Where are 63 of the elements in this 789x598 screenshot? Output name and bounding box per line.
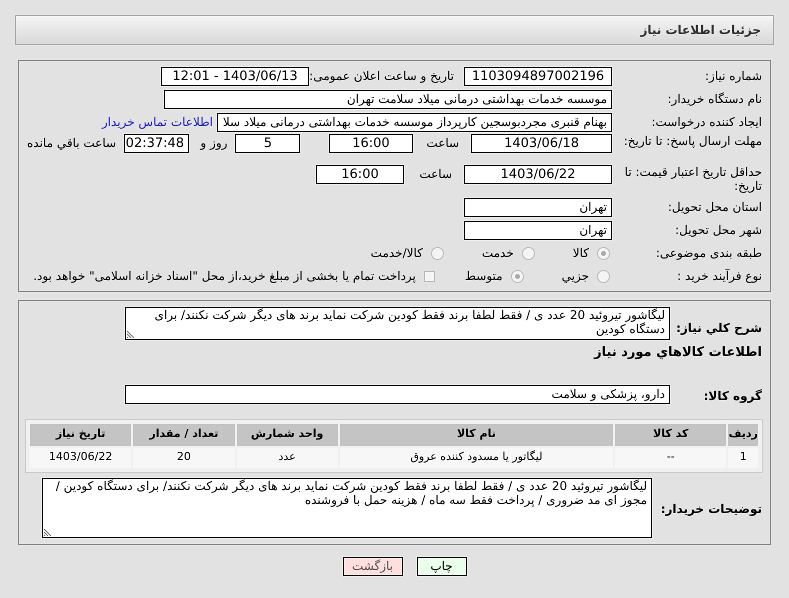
remaining-time-field: 02:37:48 [124, 134, 190, 153]
column-header: تعداد / مقدار [133, 424, 234, 446]
radio-label: خدمت [482, 245, 514, 262]
field-label: استان محل تحویل: [666, 200, 762, 214]
radio-button[interactable] [522, 246, 535, 260]
remaining-label: ساعت باقي مانده [26, 135, 118, 152]
reply-time-field: 16:00 [328, 134, 413, 153]
field-label: گروه کالا: [704, 388, 762, 402]
field-label: حداقل تاریخ اعتبار قیمت: تا تاریخ: [624, 165, 762, 193]
table-cell: 20 [133, 448, 234, 468]
radio-button[interactable] [430, 246, 444, 260]
time-label: ساعت [425, 135, 460, 152]
field-label: شرح کلي نياز: [676, 321, 762, 335]
table-cell: عدد [236, 448, 338, 468]
validity-date-field: 1403/06/22 [464, 165, 612, 184]
buyer-contact-link[interactable]: اطلاعات تماس خریدار [102, 113, 213, 131]
radio-label: کالا/خدمت [370, 245, 423, 262]
field-label: مهلت ارسال پاسخ: تا تاریخ: [622, 134, 762, 148]
time-label: ساعت [418, 166, 453, 183]
treasury-checkbox[interactable] [424, 270, 435, 282]
section-heading: اطلاعات کالاهاي مورد نياز [592, 344, 762, 362]
field-label: نام دستگاه خریدار: [666, 92, 762, 106]
radio-button[interactable] [597, 270, 610, 282]
table-cell: 1403/06/22 [30, 448, 132, 468]
city-field: تهران [464, 220, 612, 240]
print-button[interactable]: چاپ [416, 556, 466, 576]
table-cell: لیگاتور یا مسدود کننده عروق [340, 448, 614, 468]
reply-date-field: 1403/06/18 [471, 134, 612, 153]
resize-grip-icon [44, 528, 52, 536]
validity-time-field: 16:00 [316, 165, 404, 184]
column-header: واحد شمارش [236, 424, 338, 446]
description-textarea[interactable]: لیگاشور تیروئید 20 عدد ی / فقط لطفا برند فقط کودین شرکت نماید برند های دیگر شرکت نکنند/ برای دستگاه کودین [125, 307, 670, 340]
radio-label: کالا [572, 245, 589, 262]
buyer-name-field: موسسه خدمات بهداشتی درمانی میلاد سلامت تهران [164, 90, 612, 108]
goods-group-field: دارو، پزشکی و سلامت [125, 385, 670, 404]
table-cell: 1 [728, 448, 758, 468]
table-cell: -- [615, 448, 726, 468]
field-label: شهر محل تحویل: [674, 223, 762, 237]
back-button[interactable]: بازگشت [342, 556, 402, 576]
announce-date-field: 1403/06/13 - 12:01 [161, 66, 309, 86]
treasury-label: پرداخت تمام یا بخشی از مبلغ خرید،از محل "اسناد خزانه اسلامی" خواهد بود. [33, 268, 416, 285]
column-header: نام کالا [340, 424, 614, 446]
days-label: روز و [198, 135, 228, 152]
days-field: 5 [235, 134, 300, 153]
field-label: توضیحات خریدار: [660, 502, 762, 516]
column-header: ردیف [728, 424, 758, 446]
radio-label: متوسط [464, 268, 503, 285]
column-header: تاریخ نیاز [30, 424, 132, 446]
field-label: شماره نیاز: [704, 69, 762, 83]
field-label: نوع فرآیند خرید : [676, 269, 762, 283]
page-title: جزئیات اطلاعات نیاز [640, 22, 761, 39]
creator-field: بهنام قنبری مجردبوسجین کارپرداز موسسه خدمات بهداشتی درمانی میلاد سلا [217, 112, 612, 132]
province-field: تهران [464, 198, 612, 216]
buyer-notes-textarea[interactable]: لیگاشور تیروئید 20 عدد ی / فقط لطفا برند فقط کودین شرکت نماید برند های دیگر شرکت نکنند/ برای دستگاه کودین / مجوز ای مد ضروری / پرداخت فقط سه ماه / هزینه حمل با فروشنده [42, 478, 652, 538]
resize-grip-icon [127, 330, 135, 338]
field-label: تاریخ و ساعت اعلان عمومی: [309, 69, 454, 83]
column-header: کد کالا [615, 424, 726, 446]
field-label: طبقه بندی موضوعی: [654, 246, 762, 260]
need-number-field: 1103094897002196 [464, 66, 612, 86]
radio-button[interactable] [510, 270, 524, 282]
field-label: ایجاد کننده درخواست: [650, 115, 762, 129]
radio-label: جزیي [562, 268, 589, 285]
radio-button[interactable] [597, 246, 610, 260]
